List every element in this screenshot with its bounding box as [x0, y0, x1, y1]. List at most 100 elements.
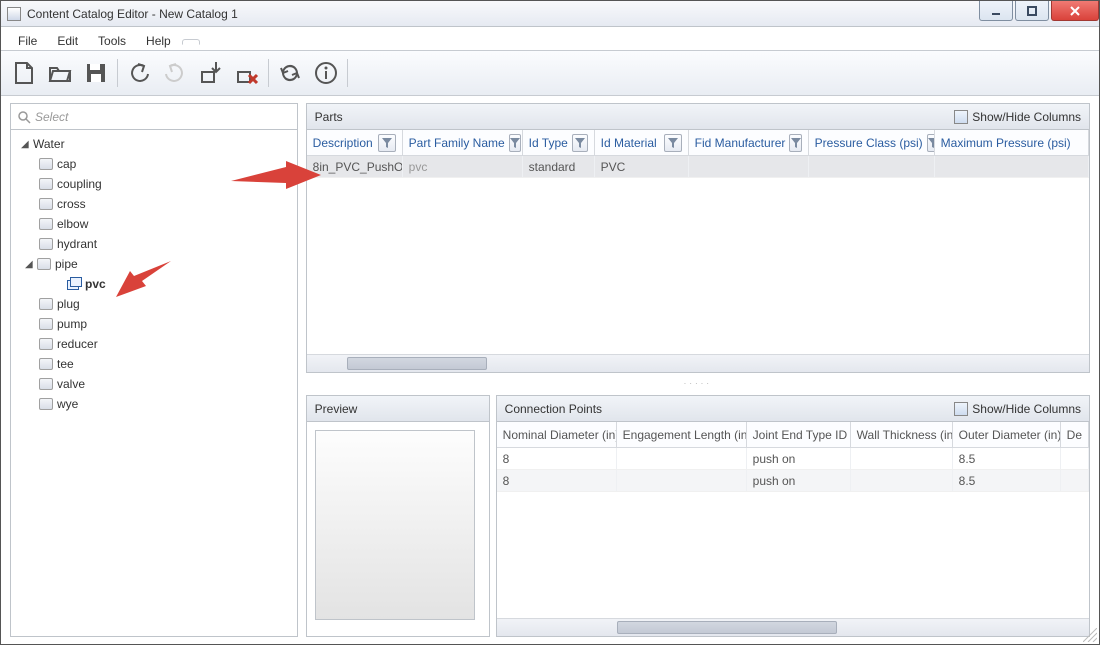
- tree-node-coupling[interactable]: coupling: [11, 174, 297, 194]
- cell-description: 8in_PVC_PushOn: [307, 156, 403, 177]
- titlebar: Content Catalog Editor - New Catalog 1: [1, 1, 1099, 27]
- tree-node-tee[interactable]: tee: [11, 354, 297, 374]
- tree-node-plug[interactable]: plug: [11, 294, 297, 314]
- tree-node-water[interactable]: ◢Water: [11, 134, 297, 154]
- col-wall[interactable]: Wall Thickness (in): [857, 428, 953, 442]
- app-icon: [7, 7, 21, 21]
- filter-icon[interactable]: [789, 134, 801, 152]
- menu-edit[interactable]: Edit: [48, 31, 87, 51]
- splitter[interactable]: ·····: [306, 379, 1090, 389]
- resize-grip-icon[interactable]: [1083, 628, 1097, 642]
- minimize-button[interactable]: [979, 1, 1013, 21]
- tree-node-pump[interactable]: pump: [11, 314, 297, 334]
- tree-panel: Select ◢Water cap coupling cross elbow h…: [10, 103, 298, 637]
- toolbar-separator: [117, 59, 118, 87]
- cell-fidman: [689, 156, 809, 177]
- columns-icon: [954, 110, 968, 124]
- parts-title: Parts: [315, 110, 343, 124]
- part-icon: [39, 318, 53, 330]
- filter-icon[interactable]: [664, 134, 682, 152]
- conn-title: Connection Points: [505, 402, 602, 416]
- search-input[interactable]: Select: [11, 104, 297, 130]
- part-icon: [39, 238, 53, 250]
- undo-button[interactable]: [124, 58, 154, 88]
- new-button[interactable]: [9, 58, 39, 88]
- info-button[interactable]: [311, 58, 341, 88]
- catalog-tree: ◢Water cap coupling cross elbow hydrant …: [11, 130, 297, 636]
- tree-node-valve[interactable]: valve: [11, 374, 297, 394]
- preview-panel: Preview: [306, 395, 490, 637]
- filter-icon[interactable]: [572, 134, 588, 152]
- cell-pressure: [809, 156, 935, 177]
- delete-part-button[interactable]: [232, 58, 262, 88]
- part-icon: [39, 198, 53, 210]
- conn-scrollbar[interactable]: [497, 618, 1089, 636]
- columns-icon: [954, 402, 968, 416]
- col-description[interactable]: Description: [313, 136, 373, 150]
- col-pressure[interactable]: Pressure Class (psi): [815, 136, 923, 150]
- conn-show-hide-columns[interactable]: Show/Hide Columns: [954, 402, 1081, 416]
- menu-overflow[interactable]: [182, 39, 200, 45]
- conn-row[interactable]: 8 push on 8.5: [497, 448, 1089, 470]
- tree-node-pipe[interactable]: ◢pipe: [11, 254, 297, 274]
- part-icon: [39, 178, 53, 190]
- menu-help[interactable]: Help: [137, 31, 180, 51]
- tree-node-hydrant[interactable]: hydrant: [11, 234, 297, 254]
- toolbar-separator: [347, 59, 348, 87]
- redo-button[interactable]: [160, 58, 190, 88]
- menubar: File Edit Tools Help: [1, 27, 1099, 51]
- tree-node-pvc[interactable]: pvc: [11, 274, 297, 294]
- col-de[interactable]: De: [1067, 428, 1082, 442]
- toolbar-separator: [268, 59, 269, 87]
- search-placeholder: Select: [35, 110, 68, 124]
- close-button[interactable]: [1051, 1, 1099, 21]
- parts-row[interactable]: 8in_PVC_PushOn pvc standard PVC: [307, 156, 1089, 178]
- menu-file[interactable]: File: [9, 31, 46, 51]
- tree-node-reducer[interactable]: reducer: [11, 334, 297, 354]
- connection-points-panel: Connection Points Show/Hide Columns Nomi…: [496, 395, 1090, 637]
- layers-icon: [67, 277, 81, 291]
- preview-title: Preview: [315, 402, 358, 416]
- col-fidman[interactable]: Fid Manufacturer: [695, 136, 786, 150]
- cell-idmaterial: PVC: [595, 156, 689, 177]
- refresh-button[interactable]: [275, 58, 305, 88]
- col-nominal[interactable]: Nominal Diameter (in): [503, 428, 617, 442]
- open-button[interactable]: [45, 58, 75, 88]
- tree-node-elbow[interactable]: elbow: [11, 214, 297, 234]
- tree-node-cross[interactable]: cross: [11, 194, 297, 214]
- maximize-button[interactable]: [1015, 1, 1049, 21]
- conn-row[interactable]: 8 push on 8.5: [497, 470, 1089, 492]
- part-icon: [39, 298, 53, 310]
- right-pane: Parts Show/Hide Columns Description Part…: [306, 103, 1090, 637]
- part-icon: [39, 398, 53, 410]
- part-icon: [39, 358, 53, 370]
- col-idtype[interactable]: Id Type: [529, 136, 568, 150]
- cell-maxpressure: [935, 156, 1089, 177]
- col-outer[interactable]: Outer Diameter (in): [959, 428, 1061, 442]
- col-joint[interactable]: Joint End Type ID: [753, 428, 848, 442]
- filter-icon[interactable]: [927, 134, 935, 152]
- preview-thumbnail: [315, 430, 475, 620]
- parts-panel: Parts Show/Hide Columns Description Part…: [306, 103, 1090, 373]
- parts-grid-header: Description Part Family Name Id Type Id …: [307, 130, 1089, 156]
- conn-grid-header: Nominal Diameter (in) Engagement Length …: [497, 422, 1089, 448]
- tree-node-wye[interactable]: wye: [11, 394, 297, 414]
- filter-icon[interactable]: [509, 134, 521, 152]
- col-idmaterial[interactable]: Id Material: [601, 136, 657, 150]
- save-button[interactable]: [81, 58, 111, 88]
- col-maxpressure[interactable]: Maximum Pressure (psi): [941, 136, 1071, 150]
- cell-idtype: standard: [523, 156, 595, 177]
- col-family[interactable]: Part Family Name: [409, 136, 505, 150]
- part-icon: [39, 218, 53, 230]
- part-icon: [39, 158, 53, 170]
- part-icon: [39, 378, 53, 390]
- col-engage[interactable]: Engagement Length (in): [623, 428, 747, 442]
- window-title: Content Catalog Editor - New Catalog 1: [27, 7, 1093, 21]
- parts-scrollbar[interactable]: [307, 354, 1089, 372]
- filter-icon[interactable]: [378, 134, 396, 152]
- import-part-button[interactable]: [196, 58, 226, 88]
- menu-tools[interactable]: Tools: [89, 31, 135, 51]
- parts-show-hide-columns[interactable]: Show/Hide Columns: [954, 110, 1081, 124]
- tree-node-cap[interactable]: cap: [11, 154, 297, 174]
- cell-family: pvc: [403, 156, 523, 177]
